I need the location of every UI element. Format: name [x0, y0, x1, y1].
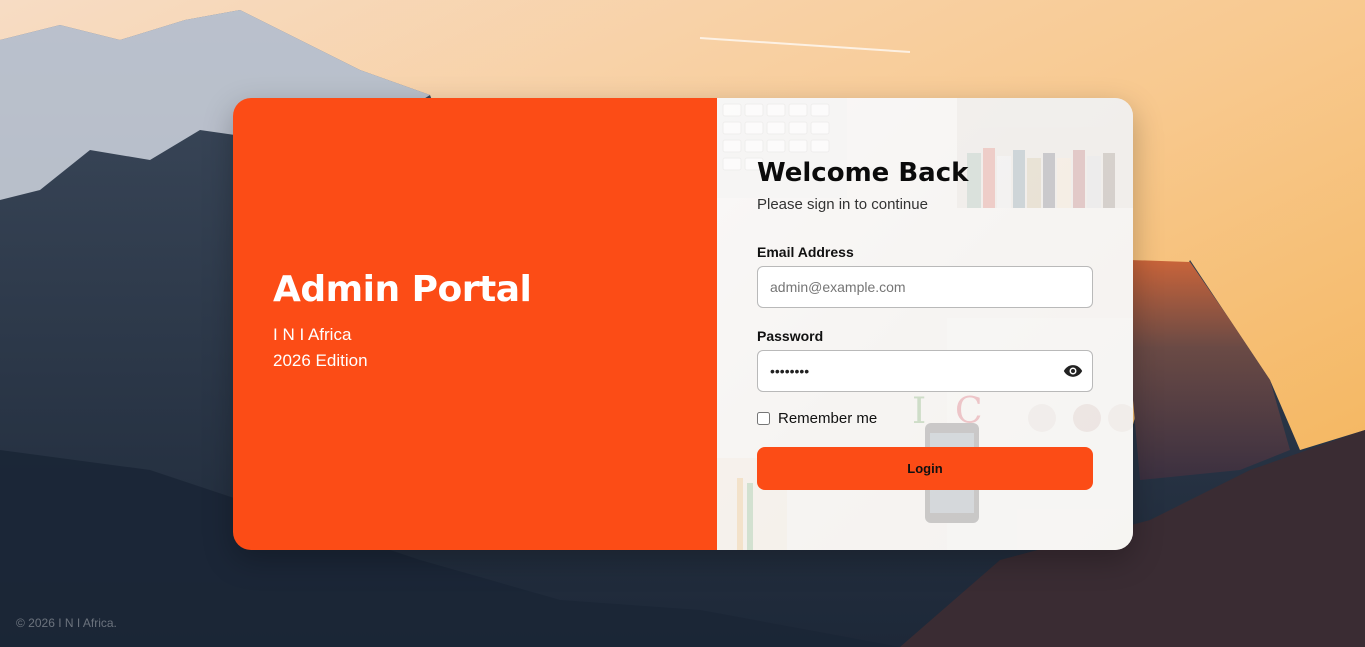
form-heading: Welcome Back	[757, 158, 969, 188]
eye-icon[interactable]	[1063, 361, 1083, 381]
form-panel: I C Welcome Back Please sign in to conti…	[717, 98, 1133, 550]
remember-row: Remember me	[757, 410, 1093, 427]
email-input[interactable]	[757, 266, 1093, 308]
password-label: Password	[757, 328, 824, 344]
login-form: Welcome Back Please sign in to continue …	[757, 158, 1093, 490]
brand-panel: Admin Portal I N I Africa 2026 Edition	[233, 98, 717, 550]
login-card: Admin Portal I N I Africa 2026 Edition W…	[233, 98, 1133, 550]
portal-title: Admin Portal	[273, 269, 532, 310]
email-label: Email Address	[757, 244, 854, 260]
footer-copyright: © 2026 I N I Africa.	[16, 616, 117, 630]
edition-label: 2026 Edition	[273, 350, 368, 370]
form-subheading: Please sign in to continue	[757, 196, 928, 213]
org-name: I N I Africa	[273, 324, 352, 344]
remember-label[interactable]: Remember me	[778, 410, 877, 427]
login-button[interactable]: Login	[757, 447, 1093, 490]
remember-checkbox[interactable]	[757, 412, 770, 425]
password-input-wrap	[757, 350, 1093, 392]
email-input-wrap	[757, 266, 1093, 308]
password-input[interactable]	[757, 350, 1093, 392]
brand-content: Admin Portal I N I Africa 2026 Edition	[273, 269, 532, 374]
